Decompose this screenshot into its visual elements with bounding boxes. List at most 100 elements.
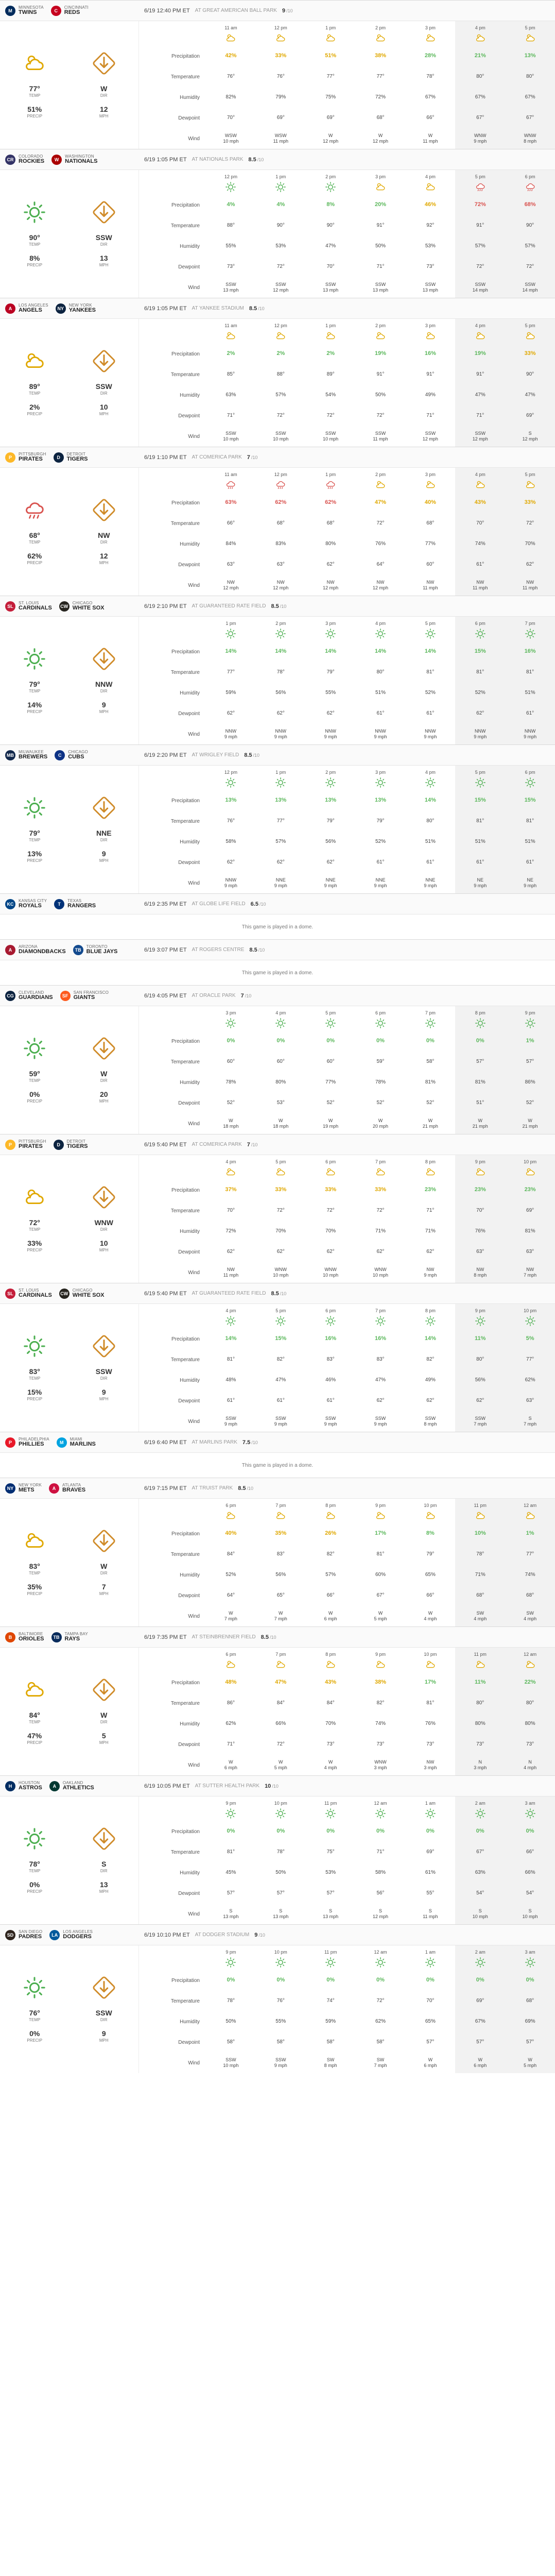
sun-icon <box>225 1313 236 1329</box>
cloud-sun-icon <box>525 477 536 493</box>
precip-value: 23% <box>524 1187 536 1193</box>
home-team[interactable]: M Miami Marlins <box>56 1437 96 1448</box>
dewpoint-value: 61° <box>526 859 534 865</box>
humidity-value: 77% <box>325 1079 336 1085</box>
away-team[interactable]: SL St. Louis Cardinals <box>5 1288 52 1299</box>
row-label-precip: Precipitation <box>171 1977 200 1984</box>
home-team[interactable]: D Detroit Tigers <box>53 452 88 463</box>
away-team[interactable]: P Philadelphia Phillies <box>5 1437 49 1448</box>
away-team[interactable]: A Arizona Diamondbacks <box>5 944 66 955</box>
hour-label: 11 pm <box>474 1503 487 1508</box>
home-team[interactable]: CW Chicago White Sox <box>59 1288 105 1299</box>
cloud-sun-icon <box>225 1657 236 1672</box>
team-nickname: Diamondbacks <box>19 948 66 955</box>
away-team[interactable]: NY New York Mets <box>5 1483 42 1494</box>
hour-label: 2 pm <box>275 621 286 626</box>
summary-left: 77° TEMP 51% PRECIP <box>11 84 58 118</box>
wind-value: NNW 9 mph <box>224 877 237 888</box>
dewpoint-value: 72° <box>276 413 285 418</box>
humidity-value: 71% <box>475 1572 485 1578</box>
hour-column: 9 pm 0% 81° 45% 57° S 13 mph <box>206 1797 256 1924</box>
cloud-sun-icon <box>23 1678 46 1702</box>
ballpark-name: AT COMERICA PARK <box>192 454 242 460</box>
home-team[interactable]: W Washington Nationals <box>51 154 97 165</box>
away-team[interactable]: P Pittsburgh Pirates <box>5 1139 46 1150</box>
dewpoint-value: 60° <box>426 562 435 567</box>
away-team[interactable]: SL St. Louis Cardinals <box>5 601 52 612</box>
away-team[interactable]: KC Kansas City Royals <box>5 899 47 909</box>
home-team[interactable]: A Atlanta Braves <box>49 1483 85 1494</box>
summary-wind-speed-value: 13 <box>99 254 108 262</box>
hour-label: 1 pm <box>275 174 286 179</box>
summary-wind-dir-unit: DIR <box>100 1571 108 1575</box>
temp-value: 83° <box>376 1357 385 1362</box>
home-team[interactable]: NY New York Yankees <box>55 303 96 314</box>
cloud-sun-icon <box>325 1508 336 1523</box>
away-team[interactable]: CG Cleveland Guardians <box>5 990 53 1001</box>
hour-column: 9 pm 1% 57° 86% 52° W 21 mph <box>505 1006 555 1134</box>
away-team[interactable]: H Houston Astros <box>5 1781 42 1791</box>
summary-wind-speed-unit: MPH <box>99 2038 109 2043</box>
home-team-name: Texas Rangers <box>67 899 96 909</box>
away-team-logo: B <box>5 1632 15 1642</box>
home-team[interactable]: A Oakland Athletics <box>49 1781 94 1791</box>
away-team[interactable]: MB Milwaukee Brewers <box>5 750 47 760</box>
summary-temp: 83° TEMP <box>29 1367 40 1381</box>
home-team[interactable]: LA Los Angeles Dodgers <box>49 1929 93 1940</box>
temp-value: 81° <box>476 818 484 824</box>
away-team[interactable]: SD San Diego Padres <box>5 1929 42 1940</box>
temp-value: 81° <box>227 1849 235 1855</box>
team-nickname: White Sox <box>72 1292 105 1298</box>
precip-value: 14% <box>325 648 337 655</box>
game-meta: 6/19 7:35 PM ET AT STEINBRENNER FIELD 8.5/… <box>144 1634 276 1640</box>
home-team[interactable]: CW Chicago White Sox <box>59 601 105 612</box>
away-team[interactable]: A Los Angeles Angels <box>5 303 48 314</box>
summary-icons <box>0 1976 138 1999</box>
away-team[interactable]: B Baltimore Orioles <box>5 1632 44 1642</box>
temp-value: 77° <box>227 669 235 675</box>
dewpoint-value: 62° <box>526 562 534 567</box>
dewpoint-value: 69° <box>526 413 534 418</box>
home-team[interactable]: C Cincinnati Reds <box>50 5 89 16</box>
away-team[interactable]: CR Colorado Rockies <box>5 154 44 165</box>
row-label-wind: Wind <box>188 1418 200 1425</box>
humidity-value: 80% <box>475 1721 485 1726</box>
humidity-value: 45% <box>226 1870 236 1875</box>
away-team[interactable]: P Pittsburgh Pirates <box>5 452 46 463</box>
home-team[interactable]: TB Toronto Blue Jays <box>73 944 117 955</box>
cloud-sun-icon <box>23 349 46 373</box>
hour-label: 8 pm <box>325 1652 336 1657</box>
wind-value: SW 7 mph <box>374 2057 387 2068</box>
dewpoint-value: 63° <box>476 1249 484 1255</box>
dewpoint-value: 52° <box>227 1100 235 1106</box>
hour-label: 7 pm <box>425 1010 436 1015</box>
summary-precip: 14% PRECIP <box>27 701 42 714</box>
wind-value: SSW 7 mph <box>474 1416 487 1427</box>
home-team[interactable]: C Chicago Cubs <box>55 750 88 760</box>
home-team-logo: D <box>53 452 64 463</box>
home-team[interactable]: TB Tampa Bay Rays <box>51 1632 88 1642</box>
hour-label: 4 pm <box>375 621 386 626</box>
home-team[interactable]: SF San Francisco Giants <box>60 990 109 1001</box>
sun-icon <box>225 775 236 790</box>
row-label-wind: Wind <box>188 731 200 737</box>
dewpoint-value: 71° <box>227 413 235 418</box>
summary-left: 76° TEMP 0% PRECIP <box>11 2009 58 2043</box>
game-forecast: 84° TEMP 47% PRECIP W DIR 5 MPH Precipitation Tem… <box>0 1648 555 1775</box>
wind-value: NNW 9 mph <box>224 728 237 739</box>
temp-value: 79° <box>426 1551 435 1557</box>
humidity-value: 57% <box>475 243 485 249</box>
precip-value: 15% <box>474 648 486 655</box>
summary-right: SSW DIR 9 MPH <box>81 2009 127 2043</box>
precip-value: 14% <box>225 648 237 655</box>
dewpoint-value: 68° <box>526 1592 534 1598</box>
home-team[interactable]: T Texas Rangers <box>54 899 96 909</box>
game-time: 6/19 10:10 PM ET <box>144 1931 190 1938</box>
row-label-humidity: Humidity <box>180 839 200 845</box>
hour-column: 1 pm 13% 77° 57% 62° NNE 9 mph <box>256 766 306 893</box>
home-team[interactable]: D Detroit Tigers <box>53 1139 88 1150</box>
temp-value: 76° <box>276 74 285 79</box>
summary-precip-unit: PRECIP <box>27 1397 43 1401</box>
away-team[interactable]: M Minnesota Twins <box>5 5 44 16</box>
game-forecast: 89° TEMP 2% PRECIP SSW DIR 10 MPH Precipitation T… <box>0 319 555 447</box>
